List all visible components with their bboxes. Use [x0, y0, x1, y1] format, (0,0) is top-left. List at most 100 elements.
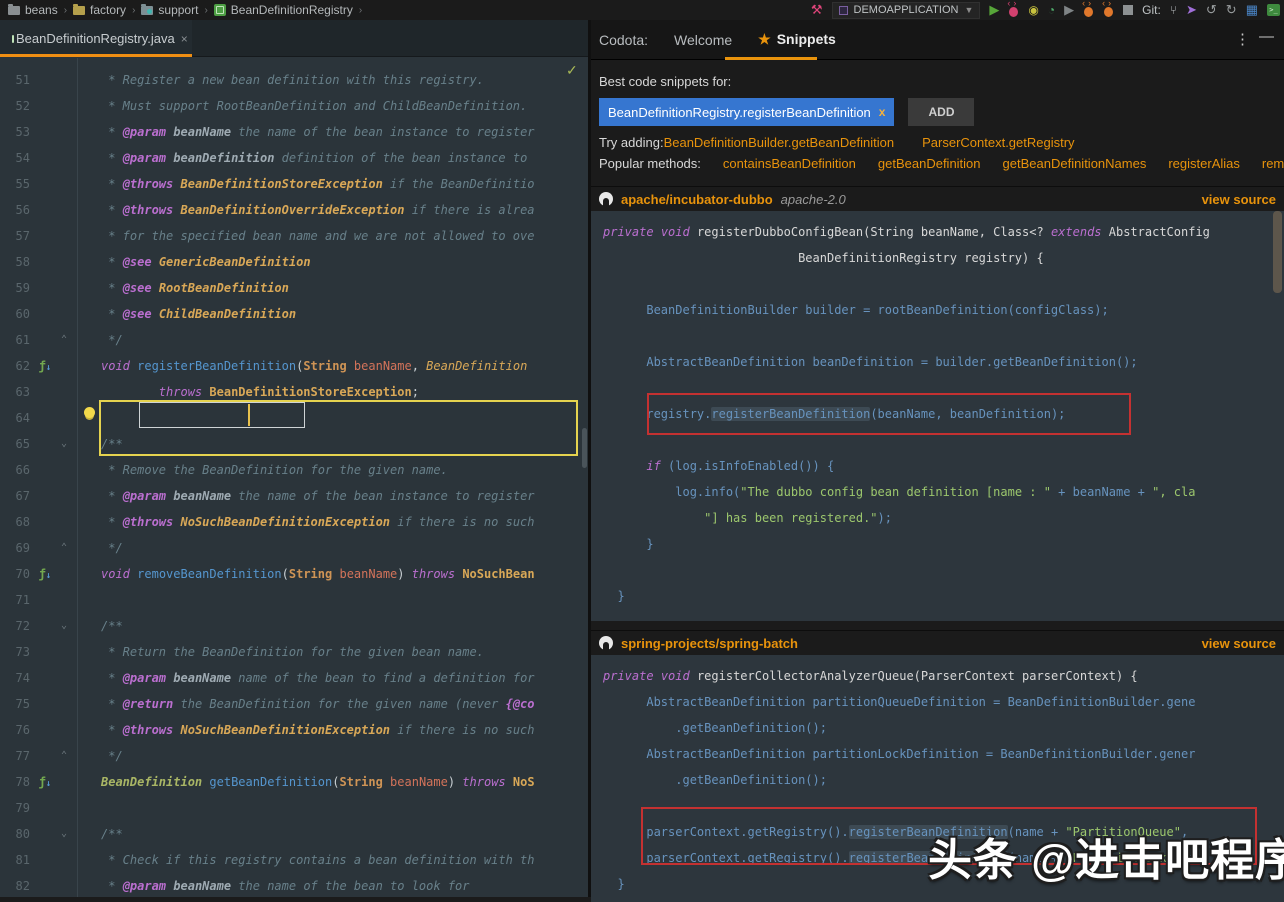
repo-link[interactable]: spring-projects/spring-batch — [621, 636, 798, 651]
code-line[interactable]: 82 * @param beanName the name of the bea… — [0, 873, 588, 897]
stop-icon[interactable] — [1123, 5, 1133, 15]
attach-profiler-icon[interactable] — [1103, 4, 1114, 17]
attach-debugger-icon[interactable] — [1083, 4, 1094, 17]
query-chip[interactable]: BeanDefinitionRegistry.registerBeanDefin… — [599, 98, 894, 126]
view-source-link[interactable]: view source — [1202, 192, 1276, 207]
rerun-icon[interactable]: ▶ — [1064, 0, 1074, 20]
code-line[interactable]: 51 * Register a new bean definition with… — [0, 67, 588, 93]
code-text: AbstractBeanDefinition beanDefinition = … — [603, 355, 1138, 369]
code-line[interactable]: 76 * @throws NoSuchBeanDefinitionExcepti… — [0, 717, 588, 743]
breadcrumb-item-beans[interactable]: beans — [8, 3, 58, 17]
breadcrumb-item-factory[interactable]: factory — [73, 3, 126, 17]
code-line[interactable]: 57 * for the specified bean name and we … — [0, 223, 588, 249]
code-text: } — [603, 537, 654, 551]
code-line[interactable]: 75 * @return the BeanDefinition for the … — [0, 691, 588, 717]
code-line[interactable]: 66 * Remove the BeanDefinition for the g… — [0, 457, 588, 483]
run-config-select[interactable]: DEMOAPPLICATION ▼ — [832, 2, 981, 19]
code-text: AbstractBeanDefinition partitionLockDefi… — [603, 747, 1195, 761]
tab-welcome[interactable]: Welcome — [674, 32, 732, 48]
run-icon[interactable]: ▶ — [989, 0, 999, 20]
fold-marker-icon[interactable]: ⌄ — [56, 821, 72, 847]
fold-marker-icon[interactable]: ⌃ — [56, 743, 72, 769]
method-link[interactable]: getBeanDefinition — [878, 156, 981, 171]
run-coverage-icon[interactable]: ◉ — [1028, 0, 1038, 20]
code-line[interactable]: 55 * @throws BeanDefinitionStoreExceptio… — [0, 171, 588, 197]
gutter-spacer — [34, 457, 56, 483]
fold-marker-icon[interactable]: ⌄ — [56, 431, 72, 457]
code-line[interactable]: 61⌃ */ — [0, 327, 588, 353]
git-branch-icon[interactable]: ⑂ — [1170, 0, 1177, 20]
code-area[interactable]: 51 * Register a new bean definition with… — [0, 58, 588, 897]
fold-marker-icon[interactable]: ⌃ — [56, 327, 72, 353]
code-line[interactable]: 59 * @see RootBeanDefinition — [0, 275, 588, 301]
code-line[interactable]: 80⌄/** — [0, 821, 588, 847]
method-link[interactable]: registerAlias — [1168, 156, 1240, 171]
line-number: 81 — [0, 847, 34, 873]
code-text: private void registerCollectorAnalyzerQu… — [603, 669, 1138, 683]
code-line[interactable]: 79 — [0, 795, 588, 821]
breadcrumb-item-class[interactable]: BeanDefinitionRegistry — [214, 3, 353, 17]
implement-marker-icon[interactable]: ƒ↓ — [34, 353, 56, 379]
code-line[interactable]: 72⌄/** — [0, 613, 588, 639]
implement-marker-icon[interactable]: ƒ↓ — [34, 769, 56, 795]
code-line[interactable]: 63 throws BeanDefinitionStoreException; — [0, 379, 588, 405]
code-line[interactable]: 60 * @see ChildBeanDefinition — [0, 301, 588, 327]
code-line[interactable]: 78ƒ↓BeanDefinition getBeanDefinition(Str… — [0, 769, 588, 795]
code-line[interactable]: 67 * @param beanName the name of the bea… — [0, 483, 588, 509]
code-line — [603, 323, 1284, 349]
gutter-spacer — [34, 509, 56, 535]
code-line[interactable]: 52 * Must support RootBeanDefinition and… — [0, 93, 588, 119]
code-line[interactable]: 74 * @param beanName name of the bean to… — [0, 665, 588, 691]
breadcrumb-label: factory — [90, 3, 126, 17]
code-line[interactable]: 56 * @throws BeanDefinitionOverrideExcep… — [0, 197, 588, 223]
intention-bulb-icon[interactable] — [84, 407, 95, 418]
editor-scrollbar[interactable] — [582, 428, 587, 468]
code-line[interactable]: 69⌃ */ — [0, 535, 588, 561]
debug-icon[interactable] — [1008, 4, 1019, 17]
view-source-link[interactable]: view source — [1202, 636, 1276, 651]
method-link[interactable]: getBeanDefinitionNames — [1003, 156, 1147, 171]
close-tab-icon[interactable]: × — [181, 32, 188, 46]
editor-code[interactable]: 51 * Register a new bean definition with… — [0, 67, 588, 897]
history-icon[interactable]: ↺ — [1206, 0, 1217, 20]
method-link[interactable]: containsBeanDefinition — [723, 156, 856, 171]
code-line[interactable]: 68 * @throws NoSuchBeanDefinitionExcepti… — [0, 509, 588, 535]
fold-marker-icon[interactable]: ⌃ — [56, 535, 72, 561]
code-line[interactable]: 73 * Return the BeanDefinition for the g… — [0, 639, 588, 665]
popular-methods-label: Popular methods: — [599, 156, 701, 171]
code-line[interactable]: 53 * @param beanName the name of the bea… — [0, 119, 588, 145]
fold-spacer — [56, 405, 72, 431]
code-line[interactable]: 58 * @see GenericBeanDefinition — [0, 249, 588, 275]
git-push-icon[interactable]: ➤ — [1186, 0, 1197, 20]
code-line[interactable]: 71 — [0, 587, 588, 613]
breadcrumb-label: beans — [25, 3, 58, 17]
build-hammer-icon[interactable]: ⚒ — [811, 0, 823, 20]
suggestion-link[interactable]: ParserContext.getRegistry — [922, 135, 1074, 150]
code-line[interactable]: 70ƒ↓void removeBeanDefinition(String bea… — [0, 561, 588, 587]
terminal-icon[interactable]: >_ — [1267, 4, 1280, 16]
grid-icon[interactable]: ▦ — [1246, 0, 1258, 20]
code-line[interactable]: 65⌄/** — [0, 431, 588, 457]
rollback-icon[interactable]: ↻ — [1226, 0, 1237, 20]
line-number: 59 — [0, 275, 34, 301]
line-number: 80 — [0, 821, 34, 847]
chip-close-icon[interactable]: x — [879, 105, 886, 119]
kebab-menu-icon[interactable]: ⋮ — [1235, 30, 1250, 48]
tab-snippets[interactable]: ★Snippets — [758, 31, 836, 48]
editor-tab[interactable]: BeanDefinitionRegistry.java × — [0, 20, 192, 57]
method-link[interactable]: removeBeanDefinition — [1262, 156, 1284, 171]
breadcrumb-item-support[interactable]: support — [141, 3, 198, 17]
minimize-icon[interactable]: — — [1259, 28, 1274, 45]
fold-marker-icon[interactable]: ⌄ — [56, 613, 72, 639]
add-button[interactable]: ADD — [908, 98, 974, 126]
code-text: * @see RootBeanDefinition — [72, 275, 289, 301]
code-line[interactable]: 81 * Check if this registry contains a b… — [0, 847, 588, 873]
repo-link[interactable]: apache/incubator-dubbo — [621, 192, 773, 207]
code-line[interactable]: 77⌃ */ — [0, 743, 588, 769]
code-line[interactable]: 54 * @param beanDefinition definition of… — [0, 145, 588, 171]
code-line[interactable]: 62ƒ↓void registerBeanDefinition(String b… — [0, 353, 588, 379]
implement-marker-icon[interactable]: ƒ↓ — [34, 561, 56, 587]
profiler-icon[interactable]: ◔ — [1048, 0, 1055, 20]
suggestion-link[interactable]: BeanDefinitionBuilder.getBeanDefinition — [664, 135, 895, 150]
snippet-scrollbar[interactable] — [1273, 211, 1282, 293]
